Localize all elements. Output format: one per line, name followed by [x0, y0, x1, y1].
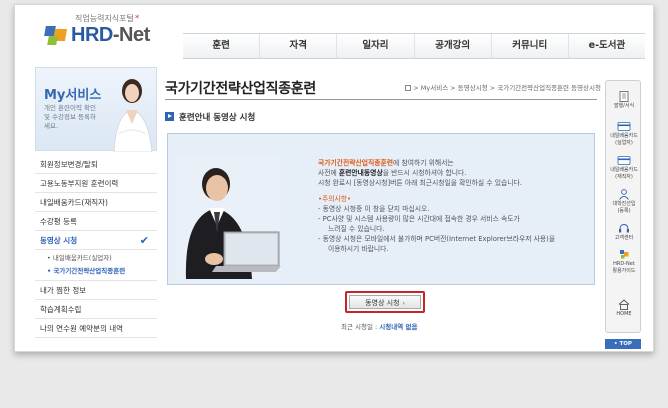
quick-item-university[interactable]: 대학진선입 (등록)	[606, 189, 642, 214]
title-divider	[165, 99, 597, 100]
intro-line-2: 사전에 훈련안내동영상을 반드시 시청하셔야 합니다.	[318, 169, 467, 177]
browser-frame: 직업능력지식포털* HRD-Net 훈련 자격 일자리 공개강의 커뮤니티 e-…	[14, 4, 654, 352]
play-bullet-icon	[165, 112, 174, 121]
my-service-banner: My서비스 개인 훈련이력 확인 및 수강정보 등록하세요.	[35, 67, 157, 152]
breadcrumb: > My서비스 > 동영상시청 > 국가기간전략산업직종훈련 동영상시청	[405, 82, 601, 92]
quick-item-card-unemployed[interactable]: 내일배움카드 (실업자)	[606, 121, 642, 146]
video-info-box: 국가기간전략산업직종훈련에 참여하기 위해서는 사전에 훈련안내동영상을 반드시…	[167, 133, 595, 285]
sidebar-item-video[interactable]: 동영상 시청 ✔	[35, 231, 157, 250]
main-content: 국가기간전략산업직종훈련 > My서비스 > 동영상시청 > 국가기간전략산업직…	[165, 67, 601, 351]
hrd-net-logo[interactable]: 직업능력지식포털* HRD-Net	[43, 13, 173, 55]
nav-certification[interactable]: 자격	[260, 34, 338, 58]
quick-item-customer-center[interactable]: 고객센터	[606, 223, 642, 241]
notice-line: 느려질 수 있습니다.	[328, 225, 385, 233]
notice-title: •주의사항•	[318, 195, 352, 203]
site-header: 직업능력지식포털* HRD-Net 훈련 자격 일자리 공개강의 커뮤니티 e-…	[15, 5, 653, 59]
section-heading: 훈련안내 동영상 시청	[165, 111, 255, 123]
notice-line: - 동영상 시청중 이 창을 닫지 마십시오.	[318, 205, 430, 213]
sidebar-subitem-national-training[interactable]: • 국가기간전략산업직종훈련	[35, 265, 157, 278]
sidebar-menu: 회원정보변경/탈퇴 고용노동부지원 훈련이력 내일배움카드(재직자) 수강평 등…	[35, 155, 157, 338]
logo-mark-icon	[43, 26, 68, 46]
logo-text: HRD-Net	[71, 24, 150, 46]
sidebar-submenu: • 내일배움카드(실업자) • 국가기간전략산업직종훈련	[35, 250, 157, 281]
sidebar-title: My서비스	[44, 88, 102, 103]
sidebar-item-training-history[interactable]: 고용노동부지원 훈련이력	[35, 174, 157, 193]
notice-line: - PC사양 및 시스템 사용량이 많은 시간대에 접속한 경우 서비스 속도가	[318, 215, 520, 223]
nav-jobs[interactable]: 일자리	[337, 34, 415, 58]
scroll-top-button[interactable]: • TOP	[605, 339, 641, 349]
home-icon	[618, 299, 630, 310]
nav-training[interactable]: 훈련	[183, 34, 261, 58]
notice-line: 이용하시기 바랍니다.	[328, 245, 389, 253]
watch-button-highlight: 동영상 시청 ›	[345, 291, 425, 313]
sidebar-item-study-plan[interactable]: 학습계획수립	[35, 300, 157, 319]
quick-item-forms[interactable]: 발행/서식	[606, 91, 642, 109]
sidebar: My서비스 개인 훈련이력 확인 및 수강정보 등록하세요. 회원정보변경/탈퇴…	[35, 67, 157, 347]
card-icon	[617, 122, 631, 131]
global-nav: 훈련 자격 일자리 공개강의 커뮤니티 e-도서관	[183, 33, 645, 59]
quick-item-home[interactable]: HOME	[606, 299, 642, 317]
nav-open-lectures[interactable]: 공개강의	[415, 34, 492, 58]
home-icon[interactable]	[405, 85, 412, 91]
view-history-link[interactable]: 시청내역 없음	[379, 323, 417, 331]
sidebar-description: 개인 훈련이력 확인 및 수강정보 등록하세요.	[44, 104, 96, 130]
watch-video-button[interactable]: 동영상 시청 ›	[349, 295, 421, 309]
recent-view-date: 최근 시청일 : 시청내역 없음	[341, 323, 418, 331]
page-title: 국가기간전략산업직종훈련	[165, 81, 316, 97]
sidebar-item-reservations[interactable]: 나의 연수원 예약분의 내역	[35, 319, 157, 338]
notice-line: - 동영상 시청은 모바일에서 불가하며 PC버전(Internet Explo…	[318, 235, 556, 243]
intro-line-1: 국가기간전략산업직종훈련에 참여하기 위해서는	[318, 159, 454, 167]
person-icon	[619, 189, 629, 200]
intro-line-3: 시청 완료시 [동영상시청]버튼 아래 최근시청일을 확인하실 수 있습니다.	[318, 179, 522, 187]
card-icon	[617, 156, 631, 165]
document-icon	[619, 91, 629, 102]
quick-item-card-employed[interactable]: 내일배움카드 (재직자)	[606, 155, 642, 180]
video-instructions: 국가기간전략산업직종훈련에 참여하기 위해서는 사전에 훈련안내동영상을 반드시…	[318, 158, 588, 254]
sidebar-item-favorites[interactable]: 내가 찜한 정보	[35, 281, 157, 300]
headset-icon	[619, 224, 629, 233]
sidebar-item-card-employed[interactable]: 내일배움카드(재직자)	[35, 193, 157, 212]
sidebar-subitem-card-unemployed[interactable]: • 내일배움카드(실업자)	[35, 252, 157, 265]
sidebar-item-label: 동영상 시청	[40, 236, 78, 245]
nav-community[interactable]: 커뮤니티	[492, 34, 569, 58]
quick-item-guide[interactable]: HRD-Net 활용가이드	[606, 249, 642, 274]
sidebar-item-member-info[interactable]: 회원정보변경/탈퇴	[35, 155, 157, 174]
hrd-logo-icon	[620, 250, 629, 259]
check-icon: ✔	[139, 234, 149, 247]
service-agent-image	[113, 79, 153, 152]
sidebar-item-review[interactable]: 수강평 등록	[35, 212, 157, 231]
student-laptop-image	[176, 154, 281, 279]
logo-subtitle: 직업능력지식포털*	[75, 14, 140, 24]
quick-menu: 발행/서식 내일배움카드 (실업자) 내일배움카드 (재직자) 대학진선입 (등…	[605, 80, 641, 333]
chevron-right-icon: ›	[402, 300, 405, 307]
nav-e-library[interactable]: e-도서관	[569, 34, 645, 58]
